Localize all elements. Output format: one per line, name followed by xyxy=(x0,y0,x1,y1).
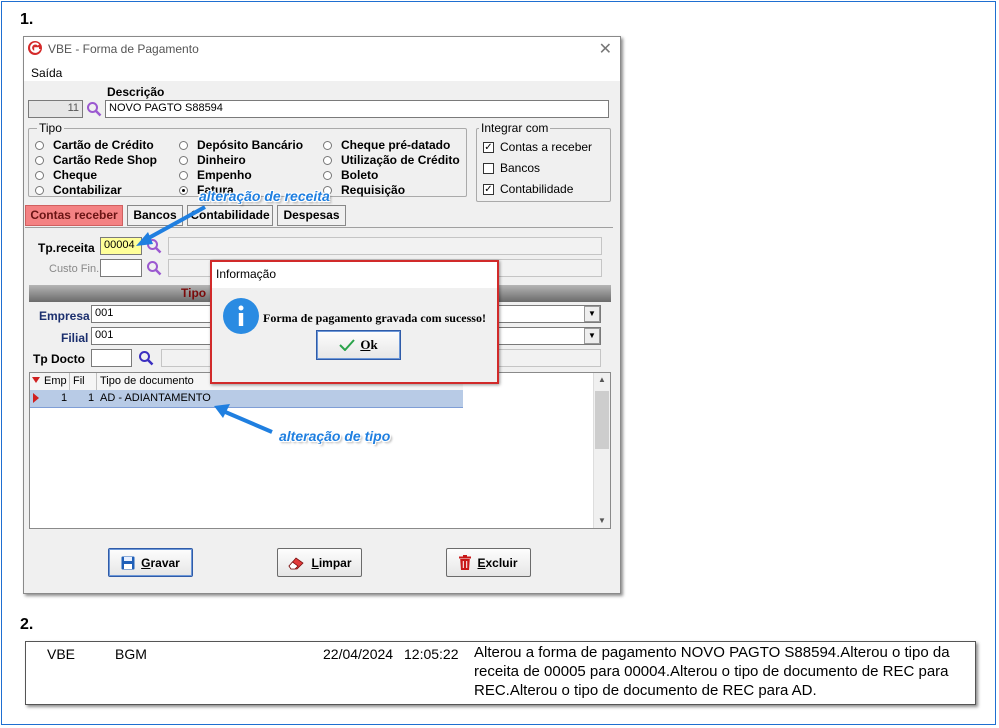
log-date: 22/04/2024 xyxy=(323,646,394,662)
log-time: 12:05:22 xyxy=(404,646,459,662)
arrow-receita-head-icon xyxy=(136,232,153,246)
audit-log-row: VBE BGM 22/04/2024 12:05:22 Alterou a fo… xyxy=(25,641,976,705)
log-user: BGM xyxy=(115,646,147,662)
annotation-receita: alteração de receita xyxy=(199,188,330,204)
log-description: Alterou a forma de pagamento NOVO PAGTO … xyxy=(474,644,950,699)
arrow-receita xyxy=(144,205,206,242)
annotation-arrows xyxy=(136,205,273,434)
step-label-2: 2. xyxy=(20,616,34,633)
arrow-tipo xyxy=(222,409,273,434)
annotation-tipo: alteração de tipo xyxy=(279,428,391,444)
log-system: VBE xyxy=(47,646,76,662)
